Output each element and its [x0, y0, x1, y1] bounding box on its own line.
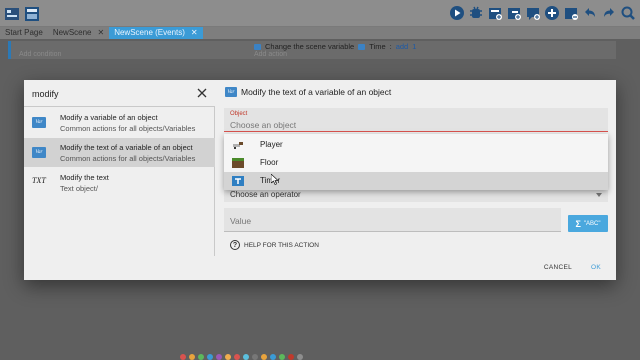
result-title: Modify the text of a variable of an obje… [60, 143, 193, 152]
variable-icon [358, 43, 366, 50]
event-row[interactable]: Add condition Change the scene variable … [8, 41, 616, 59]
add-action-link[interactable]: Add action [254, 51, 287, 58]
value-field[interactable]: Value [224, 208, 561, 232]
action-value: 1 [412, 42, 417, 51]
menu-item[interactable]: Player [224, 136, 608, 154]
dock-app-icon[interactable] [207, 354, 213, 360]
add-condition-link[interactable]: Add condition [19, 51, 61, 58]
search-bar [24, 80, 215, 107]
field-label: Object [230, 111, 248, 117]
variable-icon: Var [225, 87, 237, 97]
dock-app-icon[interactable] [261, 354, 267, 360]
scene-list-icon[interactable] [24, 5, 40, 22]
search-icon[interactable] [620, 4, 636, 21]
main-toolbar [0, 0, 640, 27]
object-select[interactable]: Object Choose an object [224, 108, 608, 132]
player-sprite-icon [233, 142, 243, 149]
action-operator: add [395, 42, 409, 51]
add-event-icon[interactable] [487, 4, 503, 21]
help-label: HELP FOR THIS ACTION [244, 241, 319, 249]
dock-app-icon[interactable] [270, 354, 276, 360]
project-manager-icon[interactable] [4, 5, 20, 22]
option-label: Player [260, 140, 283, 149]
field-placeholder: Choose an object [230, 120, 297, 130]
dock-app-icon[interactable] [189, 354, 195, 360]
list-item[interactable]: Var Modify the text of a variable of an … [24, 138, 215, 167]
list-item[interactable]: Var Modify a variable of an object Commo… [24, 108, 215, 137]
menu-item[interactable]: Floor [224, 154, 608, 172]
action-variable: Time [369, 42, 386, 51]
mouse-cursor-icon [271, 174, 279, 185]
result-subtitle: Common actions for all objects/Variables [60, 154, 196, 163]
object-dropdown-menu: Player Floor Timer [224, 134, 608, 190]
result-subtitle: Common actions for all objects/Variables [60, 124, 196, 133]
dock-app-icon[interactable] [243, 354, 249, 360]
add-other-icon[interactable] [544, 4, 560, 21]
undo-icon[interactable] [582, 4, 598, 21]
tab-newscene-events[interactable]: NewScene (Events) ✕ [109, 27, 203, 39]
cancel-button[interactable]: CANCEL [544, 264, 572, 271]
variable-icon [254, 43, 261, 50]
operator-select[interactable]: Choose an operator [224, 188, 608, 202]
close-icon[interactable] [196, 87, 208, 99]
dialog-footer: CANCEL OK [24, 256, 616, 280]
delete-selection-icon[interactable] [563, 4, 579, 21]
button-label: "ABC" [583, 220, 601, 227]
action-text: Change the scene variable [265, 42, 355, 51]
variable-icon: Var [32, 147, 46, 158]
ok-button[interactable]: OK [591, 264, 601, 271]
tab-label: NewScene [52, 28, 92, 37]
instruction-editor-dialog: Var Modify a variable of an object Commo… [24, 80, 616, 280]
menu-item[interactable]: Timer [224, 172, 608, 190]
expression-editor-button[interactable]: Σ "ABC" [568, 215, 608, 232]
result-title: Modify the text [60, 173, 109, 182]
option-label: Floor [260, 158, 279, 167]
dock-app-icon[interactable] [297, 354, 303, 360]
redo-icon[interactable] [601, 4, 617, 21]
instruction-heading: Var Modify the text of a variable of an … [225, 87, 391, 97]
instruction-parameters-pane: Var Modify the text of a variable of an … [216, 80, 616, 256]
dock-app-icon[interactable] [216, 354, 222, 360]
dock-app-icon[interactable] [225, 354, 231, 360]
result-subtitle: Text object/ [60, 184, 98, 193]
dock-app-icon[interactable] [180, 354, 186, 360]
floor-tile-icon [232, 158, 244, 168]
page-title: Modify the text of a variable of an obje… [241, 87, 392, 97]
add-subevent-icon[interactable] [506, 4, 522, 21]
chevron-down-icon [596, 193, 602, 197]
variable-icon: Var [32, 117, 46, 128]
tab-label: Start Page [5, 28, 43, 37]
event-action[interactable]: Change the scene variable Time: add 1 [254, 42, 416, 51]
instruction-search-pane: Var Modify a variable of an object Commo… [24, 80, 215, 256]
list-item[interactable]: TXT Modify the text Text object/ [24, 168, 215, 197]
search-input[interactable] [32, 86, 192, 101]
close-icon[interactable]: ✕ [98, 27, 105, 39]
sigma-icon: Σ [575, 218, 581, 229]
dock-app-icon[interactable] [288, 354, 294, 360]
field-placeholder: Value [230, 216, 252, 226]
add-comment-icon[interactable] [525, 4, 541, 21]
preview-play-icon[interactable] [449, 4, 465, 21]
system-dock [180, 354, 470, 360]
close-icon[interactable]: ✕ [191, 27, 198, 39]
debugger-icon[interactable] [468, 4, 484, 21]
result-title: Modify a variable of an object [60, 113, 158, 122]
dock-app-icon[interactable] [198, 354, 204, 360]
editor-tabs: Start Page NewScene ✕ NewScene (Events) … [0, 27, 640, 39]
text-icon: TXT [32, 176, 46, 185]
field-placeholder: Choose an operator [230, 190, 301, 199]
text-object-icon [232, 176, 244, 186]
help-link[interactable]: ? HELP FOR THIS ACTION [230, 240, 319, 250]
dock-app-icon[interactable] [234, 354, 240, 360]
tab-label: NewScene (Events) [114, 28, 185, 37]
help-icon: ? [230, 240, 240, 250]
dock-app-icon[interactable] [252, 354, 258, 360]
tab-start-page[interactable]: Start Page [0, 27, 48, 39]
tab-newscene[interactable]: NewScene ✕ [48, 27, 109, 39]
dock-app-icon[interactable] [279, 354, 285, 360]
